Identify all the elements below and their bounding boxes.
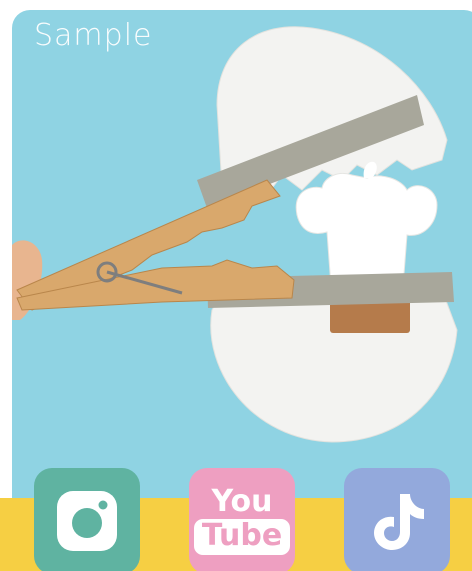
watermark-text: Sample — [34, 18, 153, 53]
youtube-you-label: You — [211, 484, 273, 519]
tiktok-button[interactable] — [344, 468, 450, 571]
tiktok-icon — [374, 494, 424, 550]
youtube-icon: You Tube — [193, 484, 291, 555]
craft-photo — [12, 10, 472, 530]
instagram-button[interactable] — [34, 468, 140, 571]
craft-photo-illustration — [12, 26, 458, 443]
youtube-tube-label: Tube — [193, 519, 291, 555]
page-frame: Sample You Tube — [0, 0, 472, 571]
youtube-button[interactable]: You Tube — [189, 468, 295, 571]
instagram-icon — [57, 491, 117, 551]
